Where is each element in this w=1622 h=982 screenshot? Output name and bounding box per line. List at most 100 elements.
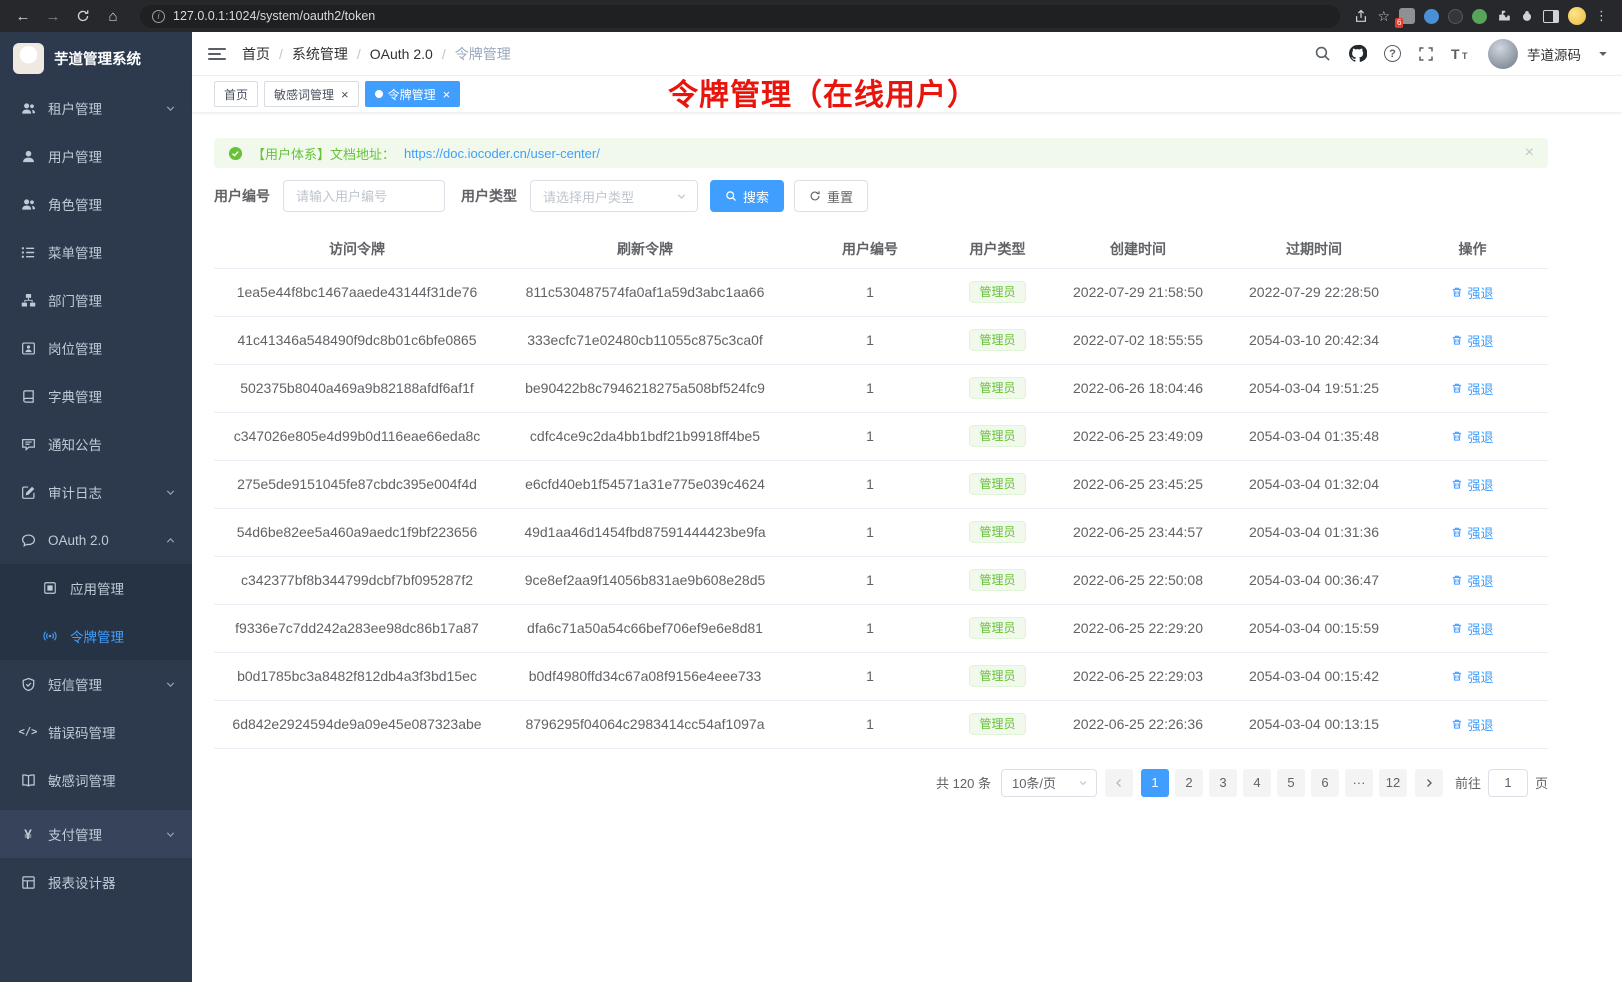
sidebar-item-12[interactable]: 令牌管理 xyxy=(0,612,192,660)
sidebar-item-5[interactable]: 部门管理 xyxy=(0,276,192,324)
app-logo[interactable]: 芋道管理系统 xyxy=(0,32,192,84)
github-icon[interactable] xyxy=(1348,44,1367,63)
caret-down-icon[interactable] xyxy=(1598,49,1608,59)
sidebar-item-14[interactable]: </>错误码管理 xyxy=(0,708,192,756)
sidebar-item-15[interactable]: 敏感词管理 xyxy=(0,756,192,804)
sidebar-item-1[interactable]: 租户管理 xyxy=(0,84,192,132)
tenant-icon xyxy=(20,101,36,116)
sidebar-item-6[interactable]: 岗位管理 xyxy=(0,324,192,372)
page-button-1[interactable]: 1 xyxy=(1141,769,1169,797)
tab-close-icon[interactable]: × xyxy=(341,88,349,101)
help-icon[interactable]: ? xyxy=(1384,45,1401,62)
tab-3[interactable]: 令牌管理× xyxy=(365,81,461,107)
page-more-button[interactable]: ··· xyxy=(1345,769,1373,797)
tab-2[interactable]: 敏感词管理× xyxy=(264,81,359,107)
extension-blue-icon[interactable] xyxy=(1424,9,1439,24)
chevron-left-icon xyxy=(1114,778,1124,788)
user-avatar[interactable] xyxy=(1488,39,1518,69)
alert-doc-link[interactable]: https://doc.iocoder.cn/user-center/ xyxy=(404,146,600,161)
share-icon[interactable] xyxy=(1354,9,1368,24)
user-name[interactable]: 芋道源码 xyxy=(1527,44,1581,64)
extension-dark-icon[interactable] xyxy=(1448,9,1463,24)
page-button-2[interactable]: 2 xyxy=(1175,769,1203,797)
browser-menu-icon[interactable]: ⋮ xyxy=(1595,8,1608,24)
sidebar-item-17[interactable]: 报表设计器 xyxy=(0,858,192,906)
sidebar-item-4[interactable]: 菜单管理 xyxy=(0,228,192,276)
page-button-12[interactable]: 12 xyxy=(1379,769,1407,797)
reset-button[interactable]: 重置 xyxy=(794,180,868,212)
browser-profile-avatar[interactable] xyxy=(1568,7,1586,25)
force-logout-label: 强退 xyxy=(1467,619,1493,638)
browser-chrome: ← → ⌂ i 127.0.0.1:1024/system/oauth2/tok… xyxy=(0,0,1622,32)
user-type-select[interactable]: 请选择用户类型 xyxy=(530,180,698,212)
force-logout-label: 强退 xyxy=(1467,571,1493,590)
prev-page-button[interactable] xyxy=(1105,769,1133,797)
sidebar-item-label: 用户管理 xyxy=(48,146,102,166)
sidebar-item-10[interactable]: OAuth 2.0 xyxy=(0,516,192,564)
goto-page-input[interactable] xyxy=(1488,769,1528,797)
url-text[interactable]: 127.0.0.1:1024/system/oauth2/token xyxy=(173,9,375,23)
tab-close-icon[interactable]: × xyxy=(443,88,451,101)
browser-home-icon[interactable]: ⌂ xyxy=(100,3,126,29)
trash-icon xyxy=(1451,670,1463,682)
page-button-4[interactable]: 4 xyxy=(1243,769,1271,797)
access-token-cell: b0d1785bc3a8482f812db4a3f3bd15ec xyxy=(214,652,500,700)
page-button-3[interactable]: 3 xyxy=(1209,769,1237,797)
force-logout-button[interactable]: 强退 xyxy=(1451,331,1493,350)
force-logout-button[interactable]: 强退 xyxy=(1451,571,1493,590)
sidebar-item-16[interactable]: ¥支付管理 xyxy=(0,810,192,858)
breadcrumb-item[interactable]: OAuth 2.0 xyxy=(370,46,433,62)
chevron-down-icon xyxy=(165,487,176,498)
search-button[interactable]: 搜索 xyxy=(710,180,784,212)
extensions-puzzle-icon[interactable] xyxy=(1496,9,1511,24)
page-button-5[interactable]: 5 xyxy=(1277,769,1305,797)
alert-close-icon[interactable]: × xyxy=(1525,145,1534,161)
expire-time-cell: 2054-03-10 20:42:34 xyxy=(1231,316,1397,364)
create-time-cell: 2022-06-25 22:50:08 xyxy=(1045,556,1231,604)
force-logout-button[interactable]: 强退 xyxy=(1451,427,1493,446)
extension-green-icon[interactable] xyxy=(1472,9,1487,24)
browser-back-icon[interactable]: ← xyxy=(10,3,36,29)
side-panel-icon[interactable] xyxy=(1543,10,1559,23)
browser-reload-icon[interactable] xyxy=(70,3,96,29)
sidebar-item-7[interactable]: 字典管理 xyxy=(0,372,192,420)
page-button-6[interactable]: 6 xyxy=(1311,769,1339,797)
sidebar-item-13[interactable]: 短信管理 xyxy=(0,660,192,708)
sidebar-item-11[interactable]: 应用管理 xyxy=(0,564,192,612)
extension-grid-icon[interactable]: 6 xyxy=(1399,8,1415,24)
sidebar-item-label: 短信管理 xyxy=(48,674,102,694)
force-logout-button[interactable]: 强退 xyxy=(1451,523,1493,542)
user-id-cell: 1 xyxy=(790,412,950,460)
sidebar-item-2[interactable]: 用户管理 xyxy=(0,132,192,180)
column-header: 创建时间 xyxy=(1045,230,1231,268)
beetle-icon[interactable] xyxy=(1520,9,1534,23)
refresh-token-cell: be90422b8c7946218275a508bf524fc9 xyxy=(500,364,790,412)
force-logout-button[interactable]: 强退 xyxy=(1451,619,1493,638)
breadcrumb-item[interactable]: 首页 xyxy=(242,44,270,64)
sidebar-item-9[interactable]: 审计日志 xyxy=(0,468,192,516)
user-type-badge: 管理员 xyxy=(969,617,1025,639)
browser-forward-icon[interactable]: → xyxy=(40,3,66,29)
breadcrumb-item[interactable]: 系统管理 xyxy=(292,44,348,64)
force-logout-button[interactable]: 强退 xyxy=(1451,667,1493,686)
bookmark-star-icon[interactable]: ☆ xyxy=(1377,8,1390,25)
address-bar[interactable]: i 127.0.0.1:1024/system/oauth2/token xyxy=(140,5,1340,28)
search-icon[interactable] xyxy=(1314,45,1331,62)
action-cell: 强退 xyxy=(1397,412,1548,460)
sidebar-item-8[interactable]: 通知公告 xyxy=(0,420,192,468)
font-size-icon[interactable]: TT xyxy=(1451,46,1471,62)
tab-1[interactable]: 首页 xyxy=(214,81,258,107)
force-logout-label: 强退 xyxy=(1467,523,1493,542)
force-logout-button[interactable]: 强退 xyxy=(1451,475,1493,494)
next-page-button[interactable] xyxy=(1415,769,1443,797)
sidebar-item-3[interactable]: 角色管理 xyxy=(0,180,192,228)
hamburger-icon[interactable] xyxy=(208,48,226,60)
force-logout-button[interactable]: 强退 xyxy=(1451,283,1493,302)
site-info-icon[interactable]: i xyxy=(152,10,165,23)
user-id-input[interactable] xyxy=(283,180,445,212)
force-logout-button[interactable]: 强退 xyxy=(1451,715,1493,734)
force-logout-button[interactable]: 强退 xyxy=(1451,379,1493,398)
expire-time-cell: 2054-03-04 19:51:25 xyxy=(1231,364,1397,412)
fullscreen-icon[interactable] xyxy=(1418,46,1434,62)
page-size-select[interactable]: 10条/页 xyxy=(1001,769,1097,797)
